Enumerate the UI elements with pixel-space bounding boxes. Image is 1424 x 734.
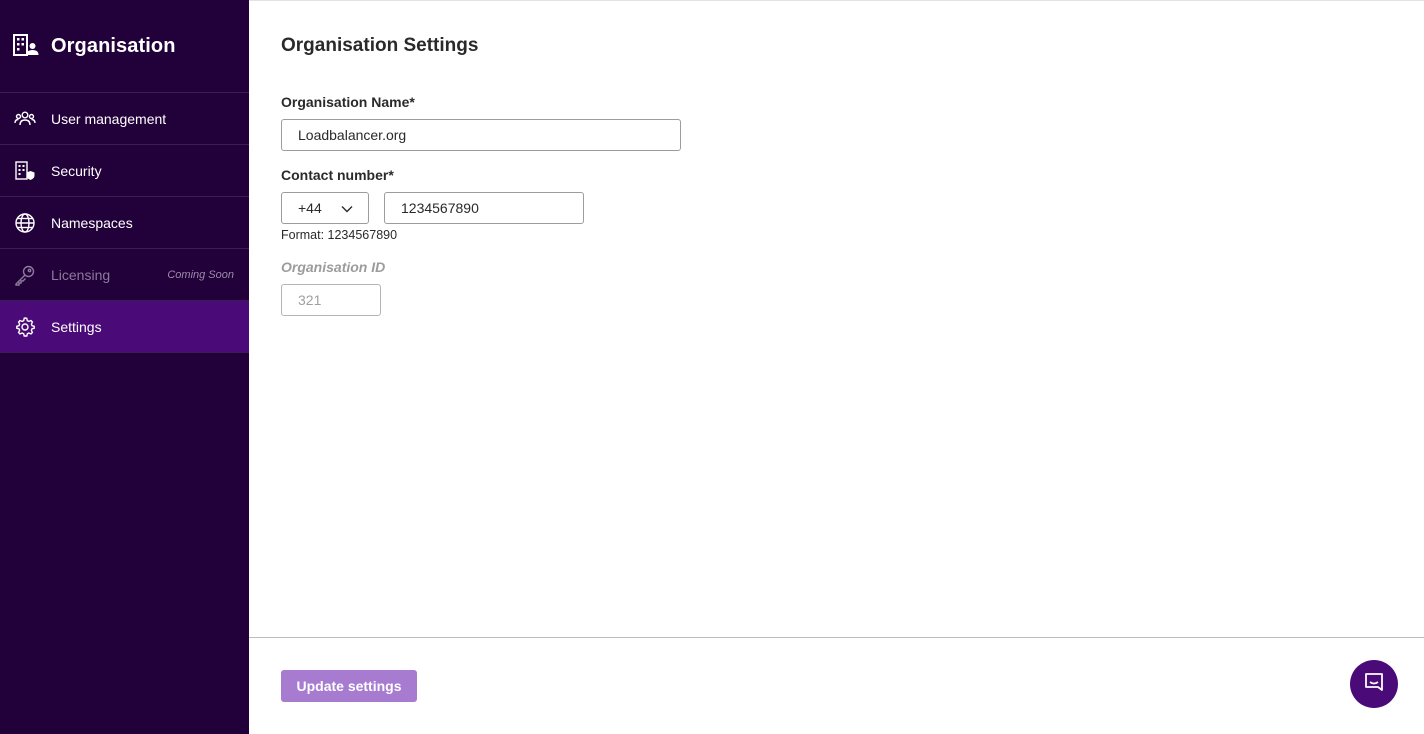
- org-id-label: Organisation ID: [281, 259, 386, 275]
- country-code-value: +44: [298, 200, 322, 216]
- contact-number-input[interactable]: [384, 192, 584, 224]
- contact-number-label: Contact number*: [281, 167, 394, 183]
- sidebar-item-label: Namespaces: [51, 214, 133, 231]
- chat-launcher-button[interactable]: [1350, 660, 1398, 708]
- chat-icon: [1362, 670, 1386, 699]
- building-user-icon: [13, 33, 39, 59]
- sidebar-title: Organisation: [51, 34, 176, 57]
- coming-soon-badge: Coming Soon: [167, 268, 234, 281]
- org-id-input: [281, 284, 381, 316]
- footer-divider: [249, 637, 1424, 638]
- sidebar-header: Organisation: [0, 0, 249, 93]
- chevron-down-icon: [340, 202, 354, 216]
- key-icon: [13, 263, 37, 287]
- sidebar-item-namespaces[interactable]: Namespaces: [0, 197, 249, 249]
- sidebar-item-licensing: Licensing Coming Soon: [0, 249, 249, 301]
- sidebar-item-label: Security: [51, 162, 102, 179]
- org-name-label: Organisation Name*: [281, 94, 415, 110]
- globe-icon: [13, 211, 37, 235]
- sidebar-item-settings[interactable]: Settings: [0, 301, 249, 353]
- sidebar-item-user-management[interactable]: User management: [0, 93, 249, 145]
- main-content: Organisation Settings Organisation Name*…: [249, 0, 1424, 734]
- sidebar-item-label: Settings: [51, 318, 102, 335]
- users-icon: [13, 107, 37, 131]
- update-settings-button[interactable]: Update settings: [281, 670, 417, 702]
- contact-format-hint: Format: 1234567890: [281, 228, 398, 242]
- building-shield-icon: [13, 159, 37, 183]
- top-divider: [249, 0, 1424, 1]
- sidebar: Organisation User management Security Na…: [0, 0, 249, 734]
- sidebar-item-label: User management: [51, 110, 167, 127]
- sidebar-item-label: Licensing: [51, 266, 111, 283]
- org-name-input[interactable]: [281, 119, 681, 151]
- country-code-select[interactable]: +44: [281, 192, 369, 224]
- gear-icon: [13, 315, 37, 339]
- sidebar-item-security[interactable]: Security: [0, 145, 249, 197]
- page-title: Organisation Settings: [281, 35, 479, 56]
